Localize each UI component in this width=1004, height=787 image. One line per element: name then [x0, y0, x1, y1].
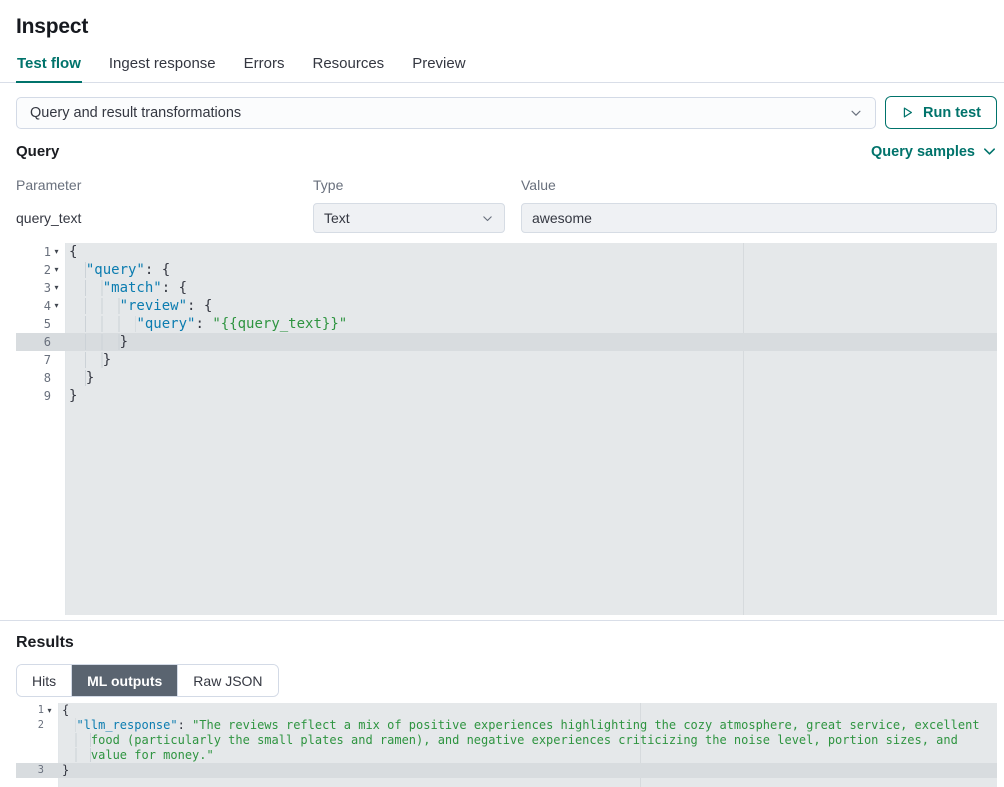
code-text: } [58, 763, 69, 778]
parameter-name: query_text [16, 210, 313, 226]
results-view-button-group: HitsML outputsRaw JSON [16, 664, 279, 697]
code-line: 3▾ "match": { [16, 279, 997, 297]
gutter-cell [16, 733, 58, 748]
line-number: 3 [38, 763, 44, 778]
gutter-cell: 7 [16, 351, 65, 369]
code-line: 8 } [16, 369, 997, 387]
type-select[interactable]: Text [313, 203, 505, 233]
code-text: "query": { [65, 261, 170, 279]
tab-preview[interactable]: Preview [411, 53, 466, 83]
toolbar: Query and result transformations Run tes… [0, 96, 1004, 129]
tab-ingest-response[interactable]: Ingest response [108, 53, 217, 83]
gutter-cell[interactable]: 1▾ [16, 703, 58, 718]
results-heading: Results [16, 634, 997, 652]
play-icon [901, 106, 914, 119]
code-text: } [65, 351, 111, 369]
tabs: Test flow Ingest response Errors Resources P… [0, 53, 1004, 83]
gutter-cell: 5 [16, 315, 65, 333]
line-number: 2 [38, 718, 44, 733]
line-number: 1 [44, 243, 51, 261]
query-heading: Query [16, 143, 59, 160]
code-line: value for money." [16, 748, 997, 763]
code-text: } [65, 333, 128, 351]
fold-arrow-icon[interactable]: ▾ [51, 297, 62, 315]
tab-errors[interactable]: Errors [243, 53, 286, 83]
line-number: 3 [44, 279, 51, 297]
gutter-cell: 8 [16, 369, 65, 387]
raw-json-button[interactable]: Raw JSON [178, 665, 277, 696]
query-editor[interactable]: 1▾{2▾ "query": {3▾ "match": {4▾ "review"… [16, 243, 997, 615]
gutter-cell [16, 748, 58, 763]
flow-select-value: Query and result transformations [30, 105, 241, 121]
gutter-cell: 2 [16, 718, 58, 733]
line-number: 4 [44, 297, 51, 315]
code-text: "llm_response": "The reviews reflect a m… [58, 718, 980, 733]
code-line: 9} [16, 387, 997, 405]
line-number: 6 [44, 333, 51, 351]
tab-test-flow[interactable]: Test flow [16, 53, 82, 83]
gutter-cell[interactable]: 2▾ [16, 261, 65, 279]
flow-select[interactable]: Query and result transformations [16, 97, 876, 129]
query-header-row: Query Query samples [0, 143, 1004, 160]
fold-arrow-icon[interactable]: ▾ [44, 703, 55, 718]
column-header-type: Type [313, 177, 521, 203]
code-line: 4▾ "review": { [16, 297, 997, 315]
line-number: 8 [44, 369, 51, 387]
run-test-label: Run test [923, 105, 981, 121]
chevron-down-icon [481, 212, 494, 225]
parameter-table: Parameter Type Value query_text Text [0, 177, 1004, 233]
code-line: 2 "llm_response": "The reviews reflect a… [16, 718, 997, 733]
code-line: 6 } [16, 333, 997, 351]
chevron-down-icon [849, 106, 863, 120]
run-test-button[interactable]: Run test [885, 96, 997, 129]
code-text: "match": { [65, 279, 187, 297]
fold-arrow-icon[interactable]: ▾ [51, 261, 62, 279]
code-line: 5 "query": "{{query_text}}" [16, 315, 997, 333]
line-number: 2 [44, 261, 51, 279]
fold-arrow-icon[interactable]: ▾ [51, 279, 62, 297]
code-line: food (particularly the small plates and … [16, 733, 997, 748]
line-number: 5 [44, 315, 51, 333]
page-title: Inspect [16, 15, 988, 39]
code-line: 3} [16, 763, 997, 778]
code-text: } [65, 387, 77, 405]
value-input[interactable] [521, 203, 997, 233]
code-line: 2▾ "query": { [16, 261, 997, 279]
chevron-down-icon [982, 144, 997, 159]
code-text: { [65, 243, 77, 261]
tab-resources[interactable]: Resources [311, 53, 385, 83]
code-text: "query": "{{query_text}}" [65, 315, 347, 333]
code-text: } [65, 369, 94, 387]
line-number: 7 [44, 351, 51, 369]
type-select-value: Text [324, 210, 350, 226]
gutter-cell[interactable]: 3▾ [16, 279, 65, 297]
gutter-cell: 6 [16, 333, 65, 351]
code-text: food (particularly the small plates and … [58, 733, 958, 748]
code-line: 1▾{ [16, 703, 997, 718]
section-divider [0, 620, 1004, 621]
ml-outputs-button[interactable]: ML outputs [72, 665, 178, 696]
fold-arrow-icon[interactable]: ▾ [51, 243, 62, 261]
gutter-cell[interactable]: 1▾ [16, 243, 65, 261]
code-text: value for money." [58, 748, 214, 763]
code-text: "review": { [65, 297, 212, 315]
query-samples-label: Query samples [871, 144, 975, 160]
gutter-cell[interactable]: 4▾ [16, 297, 65, 315]
line-number: 9 [44, 387, 51, 405]
column-header-parameter: Parameter [16, 177, 313, 203]
code-line: 7 } [16, 351, 997, 369]
column-header-value: Value [521, 177, 997, 203]
inspect-panel: Inspect Test flow Ingest response Errors Re… [0, 0, 1004, 787]
query-samples-link[interactable]: Query samples [871, 144, 997, 160]
gutter-cell: 3 [16, 763, 58, 778]
results-editor[interactable]: 1▾{2 "llm_response": "The reviews reflec… [16, 703, 997, 787]
gutter-cell: 9 [16, 387, 65, 405]
code-line: 1▾{ [16, 243, 997, 261]
code-text: { [58, 703, 69, 718]
hits-button[interactable]: Hits [17, 665, 72, 696]
